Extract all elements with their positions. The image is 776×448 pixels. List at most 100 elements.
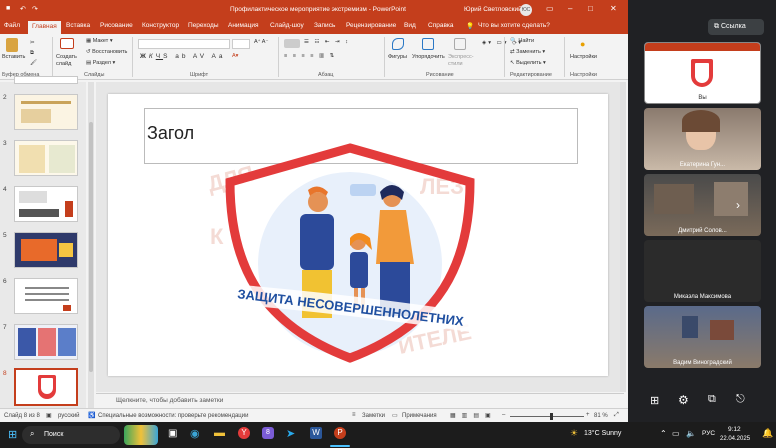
notes-pane[interactable]: Щелкните, чтобы добавить заметки — [96, 393, 624, 407]
telegram-icon[interactable]: ➤ — [286, 427, 295, 440]
bullets-icon[interactable] — [284, 39, 300, 50]
grid-view-icon[interactable]: ⊞ — [650, 394, 659, 407]
edge-icon[interactable]: ◉ — [190, 427, 200, 440]
settings-icon[interactable]: ⚙ — [678, 393, 689, 407]
copy-icon[interactable]: ⧉ — [30, 50, 34, 57]
participant-tile-self[interactable]: Вы — [644, 42, 761, 104]
redo-icon[interactable]: ↷ — [32, 5, 38, 13]
save-icon[interactable]: ■ — [6, 5, 10, 12]
arrange-button[interactable]: Упорядочить — [412, 54, 445, 60]
search-box[interactable]: ⌕ Поиск — [22, 426, 120, 444]
notes-toggle[interactable]: Заметки — [362, 413, 385, 419]
comments-toggle[interactable]: Примечания — [402, 413, 437, 419]
word-icon[interactable]: W — [310, 427, 322, 439]
tab-draw[interactable]: Рисование — [100, 22, 133, 29]
thumbnail-8-selected[interactable] — [14, 368, 78, 406]
layout-button[interactable]: ▦ Макет ▾ — [86, 38, 113, 44]
clock-time[interactable]: 9:12 — [728, 426, 741, 433]
thumbnail-7[interactable] — [14, 324, 78, 360]
view-buttons[interactable]: ▦▥▤▣ — [450, 412, 497, 419]
thumbnail-2[interactable] — [14, 94, 78, 130]
notes-icon[interactable]: ≡ — [352, 412, 356, 418]
undo-icon[interactable]: ↶ — [20, 5, 26, 13]
format-painter-icon[interactable]: 🖌 — [30, 60, 37, 66]
yandex-browser-icon[interactable]: Y — [238, 427, 250, 439]
new-slide-icon[interactable] — [60, 38, 74, 51]
tab-insert[interactable]: Вставка — [66, 22, 90, 29]
section-button[interactable]: ▤ Раздел ▾ — [86, 60, 115, 66]
app-badge-icon[interactable]: 8 — [262, 427, 274, 439]
zoom-out-icon[interactable]: – — [502, 412, 505, 418]
tray-chevron-icon[interactable]: ⌃ — [660, 429, 667, 438]
zoom-slider[interactable] — [510, 416, 584, 417]
tab-slideshow[interactable]: Слайд-шоу — [270, 22, 304, 29]
participant-tile[interactable]: Микаэла Максимова — [644, 240, 761, 302]
designer-button[interactable]: Настройки — [570, 54, 597, 60]
font-family-select[interactable] — [138, 39, 230, 49]
language-switch[interactable]: РУС — [702, 430, 715, 437]
thumbnail-5[interactable] — [14, 232, 78, 268]
tell-me-search[interactable]: Что вы хотите сделать? — [478, 22, 550, 29]
share-screen-icon[interactable]: ⧉ — [708, 393, 716, 406]
shapes-icon[interactable] — [392, 38, 404, 52]
new-slide-button[interactable]: Создать слайд — [56, 54, 82, 68]
tab-design[interactable]: Конструктор — [142, 22, 179, 29]
tab-review[interactable]: Рецензирование — [346, 22, 396, 29]
language-indicator[interactable]: русский — [58, 413, 80, 419]
paste-button[interactable]: Вставить — [2, 54, 25, 60]
tab-record[interactable]: Запись — [314, 22, 335, 29]
accessibility-icon[interactable]: ♿ — [88, 412, 95, 419]
ribbon-display-icon[interactable]: ▭ — [546, 4, 554, 13]
font-format-buttons[interactable]: ЖКЧS ab AV Aa — [140, 53, 225, 60]
proofing-icon[interactable]: ▣ — [46, 412, 52, 419]
task-view-icon[interactable]: ▣ — [168, 428, 177, 439]
widget-image[interactable] — [124, 425, 158, 445]
tab-view[interactable]: Вид — [404, 22, 416, 29]
cut-icon[interactable]: ✂ — [30, 40, 35, 46]
arrange-icon[interactable] — [422, 38, 434, 52]
network-icon[interactable]: ▭ — [672, 429, 680, 438]
avatar[interactable]: ЮС — [520, 4, 532, 16]
paste-icon[interactable] — [6, 38, 18, 54]
canvas-scrollbar[interactable] — [620, 82, 626, 392]
powerpoint-icon[interactable]: P — [334, 427, 346, 439]
thumbnail-scrollbar[interactable] — [88, 82, 94, 408]
replace-button[interactable]: ⇄ Заменить ▾ — [510, 49, 545, 55]
comments-icon[interactable]: ▭ — [392, 412, 398, 419]
close-icon[interactable]: ✕ — [610, 4, 617, 13]
leave-icon[interactable]: ⎋ — [736, 393, 745, 406]
volume-icon[interactable]: 🔈 — [686, 429, 696, 438]
find-button[interactable]: 🔍 Найти — [510, 38, 534, 44]
weather-text[interactable]: 13°C Sunny — [584, 430, 621, 437]
tab-file[interactable]: Файл — [4, 22, 20, 29]
participant-tile[interactable]: › Дмитрий Солов... — [644, 174, 761, 236]
slide[interactable]: Загол ДЛЯ К ЛЕЗ ИТЕЛЕ ЗАЩИТА НЕСОВЕРШЕНН… — [108, 94, 608, 376]
designer-icon[interactable]: ● — [580, 39, 585, 49]
align-buttons[interactable]: ≡ ≡ ≡ ≡ ▥ ⇅ — [284, 53, 336, 59]
thumbnail-1[interactable] — [14, 76, 78, 84]
copy-link-button[interactable]: ⧉ Ссылка — [708, 19, 764, 35]
notification-bell-icon[interactable]: 🔔 — [762, 428, 773, 439]
fit-slide-icon[interactable]: ⤢ — [614, 412, 619, 419]
zoom-in-icon[interactable]: + — [586, 412, 590, 418]
thumbnail-4[interactable] — [14, 186, 78, 222]
clock-date[interactable]: 22.04.2025 — [720, 436, 750, 442]
minimize-icon[interactable]: – — [568, 4, 572, 13]
windows-start-icon[interactable]: ⊞ — [8, 428, 17, 441]
maximize-icon[interactable]: □ — [588, 4, 593, 13]
quick-styles-button[interactable]: Экспресс-стили — [448, 54, 478, 68]
zoom-level[interactable]: 81 % — [594, 413, 608, 419]
select-button[interactable]: ↖ Выделить ▾ — [510, 60, 546, 66]
accessibility-status[interactable]: Специальные возможности: проверьте реком… — [98, 413, 248, 419]
thumbnail-3[interactable] — [14, 140, 78, 176]
participant-tile[interactable]: Вадим Виноградский — [644, 306, 761, 368]
zoom-slider-thumb[interactable] — [550, 413, 553, 420]
tab-transitions[interactable]: Переходы — [188, 22, 219, 29]
shapes-button[interactable]: Фигуры — [388, 54, 407, 60]
font-color-icon[interactable]: A▾ — [232, 53, 238, 59]
list-buttons[interactable]: ☰ ☷ ⇤ ⇥ ↕ — [304, 39, 350, 45]
font-size-select[interactable] — [232, 39, 250, 49]
tab-home[interactable]: Главная — [28, 21, 61, 34]
participant-tile[interactable]: Екатерина Гун... — [644, 108, 761, 170]
reset-button[interactable]: ↺ Восстановить — [86, 49, 127, 55]
